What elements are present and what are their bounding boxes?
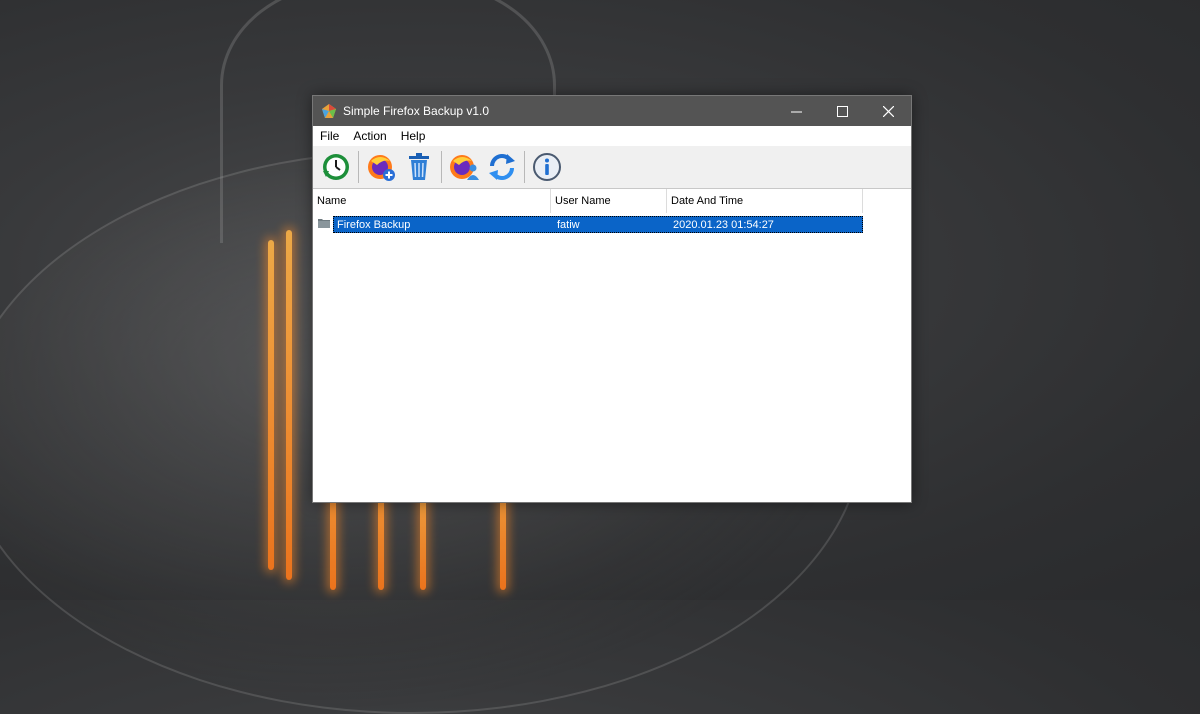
list-header: Name User Name Date And Time [313,189,911,213]
close-icon [882,105,894,117]
menu-bar: File Action Help [313,126,911,146]
background-filament [268,240,274,570]
maximize-button[interactable] [819,96,865,126]
title-bar[interactable]: Simple Firefox Backup v1.0 [313,96,911,126]
backup-button[interactable] [319,150,353,184]
refresh-icon [489,154,515,180]
window-controls [773,96,911,126]
maximize-icon [836,105,848,117]
info-icon [533,153,561,181]
column-header-name[interactable]: Name [313,189,551,213]
row-name: Firefox Backup [337,218,411,231]
toolbar [313,146,911,189]
row-user-name: fatiw [557,218,580,231]
minimize-icon [790,111,802,112]
firefox-user-icon [450,155,479,180]
window-title: Simple Firefox Backup v1.0 [343,104,490,118]
about-button[interactable] [530,150,564,184]
menu-action[interactable]: Action [346,129,393,143]
list-item[interactable]: Firefox Backup fatiw 2020.01.23 01:54:27 [317,216,863,233]
row-selection-highlight [333,216,863,233]
app-window: Simple Firefox Backup v1.0 File Action H… [312,95,912,503]
restore-profile-button[interactable] [447,150,481,184]
column-header-user-name[interactable]: User Name [551,189,667,213]
trash-icon [409,153,429,180]
menu-file[interactable]: File [313,129,346,143]
refresh-button[interactable] [485,150,519,184]
toolbar-separator [441,151,442,183]
add-profile-button[interactable] [364,150,398,184]
app-logo-icon [322,104,336,118]
toolbar-separator [358,151,359,183]
background-filament [286,230,292,580]
backup-list[interactable]: Name User Name Date And Time Firefox Bac… [313,189,911,502]
folder-icon [318,219,330,228]
backup-clock-icon [323,154,349,180]
menu-help[interactable]: Help [394,129,433,143]
row-date-time: 2020.01.23 01:54:27 [673,218,774,231]
close-button[interactable] [865,96,911,126]
toolbar-separator [524,151,525,183]
firefox-add-icon [368,155,395,181]
delete-button[interactable] [402,150,436,184]
minimize-button[interactable] [773,96,819,126]
column-header-date-time[interactable]: Date And Time [667,189,863,213]
